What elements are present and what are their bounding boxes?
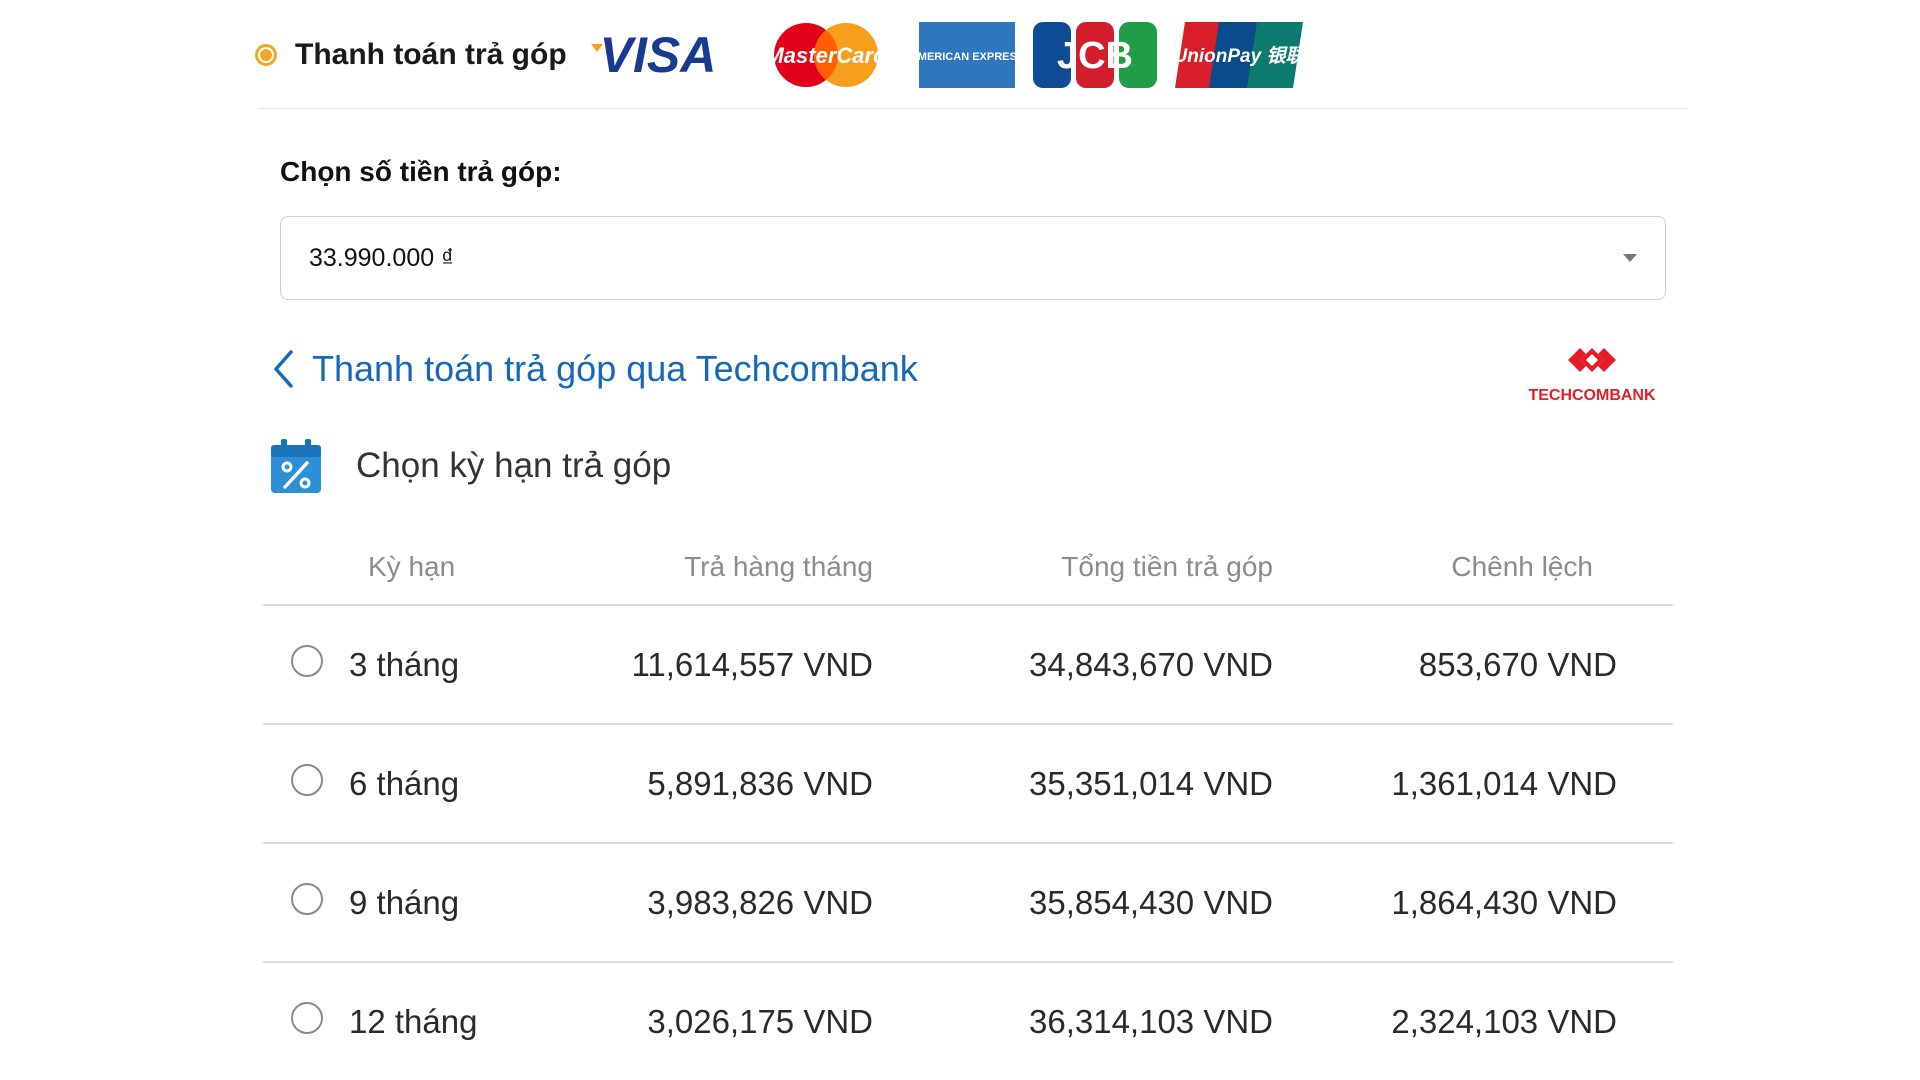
term-radio[interactable] bbox=[291, 1001, 323, 1034]
term-label: 3 tháng bbox=[349, 645, 460, 683]
amex-logo: AMERICAN EXPRESS bbox=[918, 22, 1015, 88]
installment-page: Thanh toán trả góp VISA MasterCard AMERI… bbox=[0, 0, 1920, 1080]
term-cell: 3 tháng bbox=[263, 644, 563, 684]
header-total: Tổng tiền trả góp bbox=[1061, 551, 1273, 582]
techcombank-logo-text: TECHCOMBANK bbox=[1528, 387, 1656, 404]
unionpay-logo: UnionPay 银联 bbox=[1174, 22, 1303, 88]
term-cell: 6 tháng bbox=[263, 763, 563, 803]
monthly-cell: 3,983,826 VND bbox=[647, 883, 873, 921]
mastercard-text: MasterCard bbox=[765, 43, 887, 68]
table-header: Kỳ hạn Trả hàng tháng Tổng tiền trả góp … bbox=[263, 530, 1673, 606]
header-term: Kỳ hạn bbox=[368, 551, 456, 582]
header-divider bbox=[258, 108, 1688, 109]
term-label: 6 tháng bbox=[349, 764, 460, 802]
monthly-cell: 11,614,557 VND bbox=[631, 645, 873, 683]
header-monthly: Trả hàng tháng bbox=[684, 551, 873, 582]
amount-selected-value: 33.990.000 ₫ bbox=[309, 243, 454, 272]
total-cell: 35,351,014 VND bbox=[1028, 764, 1273, 802]
caret-down-icon bbox=[1623, 254, 1637, 262]
amount-label: Chọn số tiền trả góp: bbox=[280, 156, 562, 187]
diff-cell: 1,361,014 VND bbox=[1391, 764, 1617, 802]
header-diff: Chênh lệch bbox=[1451, 551, 1593, 582]
table-row[interactable]: 12 tháng 3,026,175 VND 36,314,103 VND 2,… bbox=[263, 963, 1673, 1080]
term-radio[interactable] bbox=[291, 882, 323, 915]
term-radio[interactable] bbox=[291, 763, 323, 796]
total-cell: 36,314,103 VND bbox=[1028, 1002, 1273, 1040]
jcb-logo: JCB bbox=[1032, 22, 1157, 88]
table-row[interactable]: 6 tháng 5,891,836 VND 35,351,014 VND 1,3… bbox=[263, 725, 1673, 844]
term-label: 9 tháng bbox=[349, 883, 460, 921]
bank-title: Thanh toán trả góp qua Techcombank bbox=[312, 348, 918, 389]
payment-method-row[interactable]: Thanh toán trả góp VISA MasterCard AMERI… bbox=[255, 18, 1321, 92]
amount-select[interactable]: 33.990.000 ₫ bbox=[280, 216, 1666, 300]
table-row[interactable]: 3 tháng 11,614,557 VND 34,843,670 VND 85… bbox=[263, 606, 1673, 725]
table-row[interactable]: 9 tháng 3,983,826 VND 35,854,430 VND 1,8… bbox=[263, 844, 1673, 963]
diff-cell: 853,670 VND bbox=[1418, 645, 1617, 683]
mastercard-logo: MasterCard bbox=[765, 23, 887, 87]
techcombank-logo: TECHCOMBANK bbox=[1528, 348, 1656, 404]
diff-cell: 1,864,430 VND bbox=[1391, 883, 1617, 921]
amex-text: AMERICAN EXPRESS bbox=[919, 51, 1015, 63]
radio-dot bbox=[260, 49, 272, 61]
term-cell: 12 tháng bbox=[263, 1001, 563, 1041]
monthly-cell: 3,026,175 VND bbox=[647, 1002, 873, 1040]
total-cell: 35,854,430 VND bbox=[1028, 883, 1273, 921]
calendar-percent-icon bbox=[271, 439, 321, 493]
monthly-cell: 5,891,836 VND bbox=[647, 764, 873, 802]
jcb-text: JCB bbox=[1057, 35, 1133, 77]
term-cell: 9 tháng bbox=[263, 882, 563, 922]
term-title: Chọn kỳ hạn trả góp bbox=[356, 446, 672, 485]
chevron-left-icon bbox=[274, 350, 293, 388]
term-heading: Chọn kỳ hạn trả góp bbox=[270, 438, 671, 494]
visa-text: VISA bbox=[599, 27, 716, 83]
term-label: 12 tháng bbox=[349, 1002, 478, 1040]
total-cell: 34,843,670 VND bbox=[1028, 645, 1273, 683]
visa-logo: VISA bbox=[590, 27, 716, 83]
unionpay-text: UnionPay 银联 bbox=[1175, 45, 1303, 67]
installment-table: Kỳ hạn Trả hàng tháng Tổng tiền trả góp … bbox=[263, 530, 1673, 1080]
payment-method-label: Thanh toán trả góp bbox=[295, 38, 567, 71]
diff-cell: 2,324,103 VND bbox=[1391, 1002, 1617, 1040]
bank-back-link[interactable]: Thanh toán trả góp qua Techcombank bbox=[272, 348, 918, 390]
term-radio[interactable] bbox=[291, 644, 323, 677]
payment-method-radio[interactable] bbox=[255, 44, 277, 66]
